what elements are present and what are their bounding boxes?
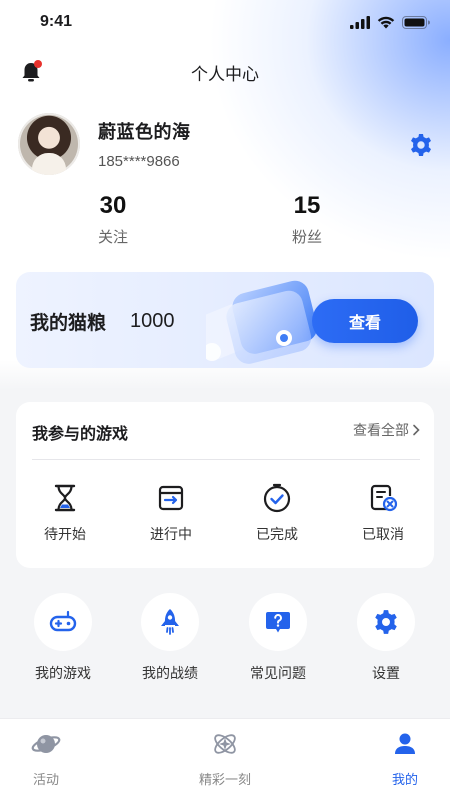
profile-info: 蔚蓝色的海 185****9866	[98, 118, 191, 170]
settings-gear-icon[interactable]	[408, 132, 434, 158]
quick-my-record-label: 我的战绩	[142, 666, 198, 682]
view-cat-food-button[interactable]: 查看	[312, 299, 418, 343]
bell-icon[interactable]	[18, 59, 44, 85]
battery-icon	[402, 15, 430, 29]
wifi-icon	[377, 16, 395, 28]
tab-activity[interactable]: 活动	[0, 729, 96, 788]
page-title: 个人中心	[191, 64, 259, 85]
quick-faq-label: 常见问题	[250, 666, 306, 682]
status-in-progress[interactable]: 进行中	[123, 482, 219, 544]
stat-following-label: 关注	[97, 228, 128, 246]
stat-following-value: 30	[99, 192, 127, 219]
stats-row: 30 关注 15 粉丝	[0, 192, 450, 252]
quick-settings[interactable]: 设置	[338, 593, 434, 683]
games-title: 我参与的游戏	[32, 424, 129, 443]
quick-my-record[interactable]: 我的战绩	[122, 593, 218, 683]
view-all-label: 查看全部	[353, 423, 409, 439]
status-completed[interactable]: 已完成	[229, 482, 325, 544]
status-in-progress-label: 进行中	[150, 527, 192, 543]
avatar[interactable]	[18, 113, 80, 175]
tab-bar: 活动 精彩一刻 我的	[0, 718, 450, 800]
profile-section: 蔚蓝色的海 185****9866	[18, 112, 438, 176]
tab-mine-label: 我的	[391, 773, 418, 788]
stat-fans-value: 15	[293, 192, 321, 219]
stat-following[interactable]: 30 关注	[63, 192, 163, 247]
divider	[32, 459, 420, 460]
status-bar: 9:41	[0, 0, 450, 44]
status-pending-label: 待开始	[44, 527, 86, 543]
status-pending[interactable]: 待开始	[17, 482, 113, 544]
cat-food-label: 我的猫粮	[30, 312, 107, 334]
quick-settings-label: 设置	[372, 666, 400, 682]
quick-my-games-circle	[34, 593, 92, 651]
status-completed-label: 已完成	[256, 527, 298, 543]
tab-highlights[interactable]: 精彩一刻	[175, 729, 275, 788]
profile-phone: 185****9866	[98, 153, 180, 170]
stat-fans[interactable]: 15 粉丝	[257, 192, 357, 247]
quick-settings-circle	[357, 593, 415, 651]
view-all-link[interactable]: 查看全部	[353, 420, 420, 440]
in-progress-icon	[158, 485, 184, 511]
cancelled-icon	[370, 484, 398, 512]
sparkle-icon	[214, 734, 236, 754]
status-time: 9:41	[40, 13, 73, 30]
hourglass-icon	[54, 484, 76, 512]
tab-activity-label: 活动	[32, 773, 59, 788]
wallet-icon	[206, 280, 318, 364]
stat-fans-label: 粉丝	[291, 228, 322, 246]
nav-bar: 个人中心	[0, 50, 450, 94]
chevron-right-icon	[413, 424, 420, 436]
rocket-icon	[161, 609, 179, 635]
signal-icon	[350, 15, 370, 29]
profile-name: 蔚蓝色的海	[98, 122, 191, 143]
quick-faq-circle	[249, 593, 307, 651]
cat-food-value: 1000	[130, 310, 175, 332]
gamepad-icon	[49, 610, 77, 632]
status-icons	[350, 15, 430, 29]
quick-faq[interactable]: 常见问题	[230, 593, 326, 683]
tab-mine[interactable]: 我的	[355, 729, 450, 788]
tab-highlights-label: 精彩一刻	[198, 773, 251, 788]
quick-my-record-circle	[141, 593, 199, 651]
gear-icon	[375, 610, 397, 634]
question-icon	[266, 612, 290, 633]
user-icon	[395, 733, 415, 754]
my-games-card: 我参与的游戏 查看全部 待开始 进行中 已完成 已取消	[16, 402, 434, 568]
completed-icon	[263, 483, 291, 513]
quick-my-games[interactable]: 我的游戏	[15, 593, 111, 683]
quick-my-games-label: 我的游戏	[35, 666, 91, 682]
planet-icon	[31, 735, 61, 753]
status-cancelled-label: 已取消	[362, 527, 404, 543]
status-cancelled[interactable]: 已取消	[335, 482, 431, 544]
cat-food-card: 我的猫粮 1000 查看	[16, 272, 434, 368]
